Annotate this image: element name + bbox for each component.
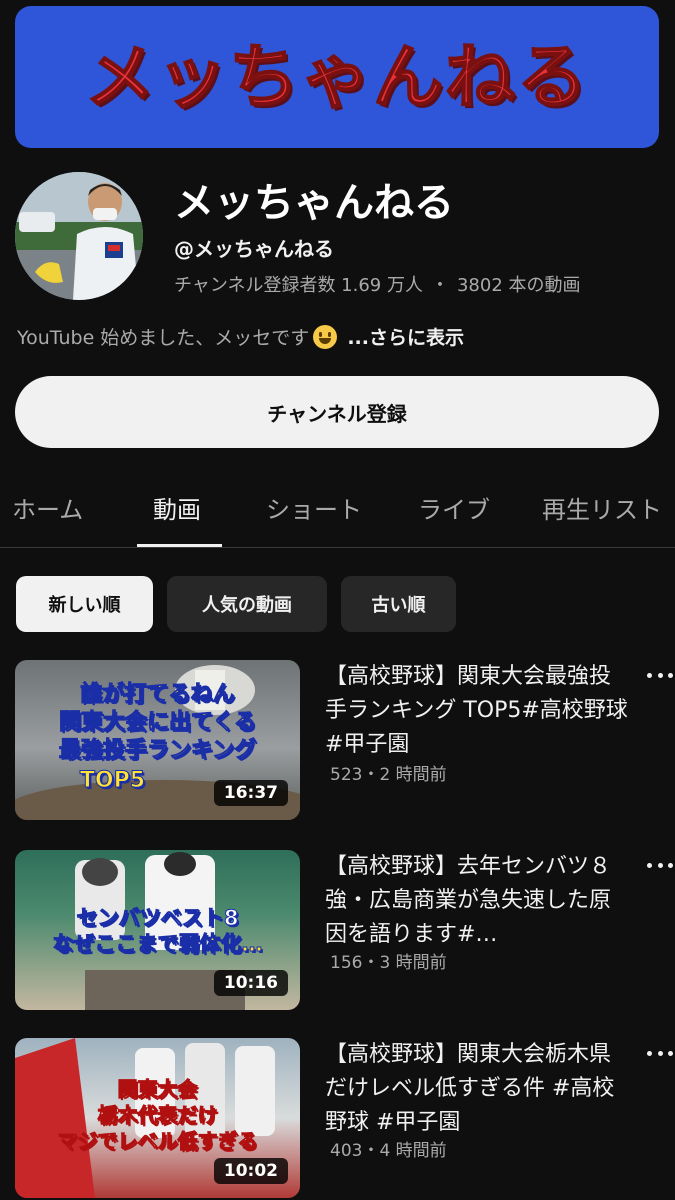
video-duration: 10:16 xyxy=(213,970,288,996)
thumb-line: なぜここまで弱体化… xyxy=(52,931,263,956)
channel-banner: メッちゃんねる xyxy=(15,6,659,148)
video-thumbnail[interactable]: センバツベスト8 なぜここまで弱体化… 10:16 xyxy=(15,850,300,1010)
thumb-line: センバツベスト8 xyxy=(76,905,239,930)
thumb-line: 誰が打てるねん xyxy=(80,681,235,707)
active-tab-indicator xyxy=(137,544,222,547)
avatar-photo xyxy=(15,172,143,300)
sort-chip-popular[interactable]: 人気の動画 xyxy=(167,576,327,632)
thumb-line: 関東大会 xyxy=(117,1077,198,1101)
channel-stats: チャンネル登録者数 1.69 万人・ 3802 本の動画 xyxy=(174,271,581,297)
video-duration: 10:02 xyxy=(213,1158,288,1184)
channel-tabs: ホーム 動画 ショート ライブ 再生リスト xyxy=(0,470,675,548)
video-title[interactable]: 【高校野球】関東大会栃木県だけレベル低すぎる件 #高校野球 #甲子園 xyxy=(325,1038,630,1140)
video-meta: 523・2 時間前 xyxy=(330,765,447,785)
thumb-line: 最強投手ランキング xyxy=(58,737,257,763)
banner-title: メッちゃんねる xyxy=(84,35,589,119)
description-text: YouTube 始めました、メッセです xyxy=(17,327,310,349)
channel-avatar[interactable] xyxy=(15,172,143,300)
thumb-line: 栃木代表だけ xyxy=(97,1103,218,1127)
thumb-line: マジでレベル低すぎる xyxy=(57,1129,258,1153)
subscribe-button[interactable]: チャンネル登録 xyxy=(15,376,659,448)
tab-home[interactable]: ホーム xyxy=(12,490,83,525)
smile-emoji-icon xyxy=(313,324,338,349)
video-item[interactable]: センバツベスト8 なぜここまで弱体化… 10:16 【高校野球】去年センバツ８強… xyxy=(15,850,673,1010)
tab-live[interactable]: ライブ xyxy=(418,490,490,525)
tab-playlists[interactable]: 再生リスト xyxy=(542,490,662,525)
tab-shorts[interactable]: ショート xyxy=(266,490,362,525)
channel-handle: @メッちゃんねる xyxy=(174,237,334,261)
more-options-icon[interactable] xyxy=(647,858,673,872)
video-count: 3802 本の動画 xyxy=(456,275,581,296)
video-meta: 156・3 時間前 xyxy=(330,953,447,973)
stats-separator: ・ xyxy=(430,275,449,296)
video-title[interactable]: 【高校野球】関東大会最強投手ランキング TOP5#高校野球 #甲子園 xyxy=(325,660,630,762)
video-thumbnail[interactable]: 関東大会 栃木代表だけ マジでレベル低すぎる 10:02 xyxy=(15,1038,300,1198)
video-meta: 403・4 時間前 xyxy=(330,1141,447,1161)
video-item[interactable]: 誰が打てるねん 関東大会に出てくる 最強投手ランキング TOP5 16:37 【… xyxy=(15,660,673,820)
video-duration: 16:37 xyxy=(213,780,288,806)
show-more-link[interactable]: ...さらに表示 xyxy=(347,323,464,350)
sort-chip-newest[interactable]: 新しい順 xyxy=(16,576,153,632)
channel-description[interactable]: YouTube 始めました、メッセです ...さらに表示 xyxy=(17,323,464,350)
thumb-line: 関東大会に出てくる xyxy=(59,709,257,735)
sort-chip-oldest[interactable]: 古い順 xyxy=(341,576,456,632)
video-thumbnail[interactable]: 誰が打てるねん 関東大会に出てくる 最強投手ランキング TOP5 16:37 xyxy=(15,660,300,820)
subscriber-count: チャンネル登録者数 1.69 万人 xyxy=(174,275,423,296)
video-item[interactable]: 関東大会 栃木代表だけ マジでレベル低すぎる 10:02 【高校野球】関東大会栃… xyxy=(15,1038,673,1198)
more-options-icon[interactable] xyxy=(647,668,673,682)
more-options-icon[interactable] xyxy=(647,1046,673,1060)
channel-name: メッちゃんねる xyxy=(174,180,454,226)
video-title[interactable]: 【高校野球】去年センバツ８強・広島商業が急失速した原因を語ります#… xyxy=(325,850,630,952)
tab-videos[interactable]: 動画 xyxy=(153,490,201,525)
